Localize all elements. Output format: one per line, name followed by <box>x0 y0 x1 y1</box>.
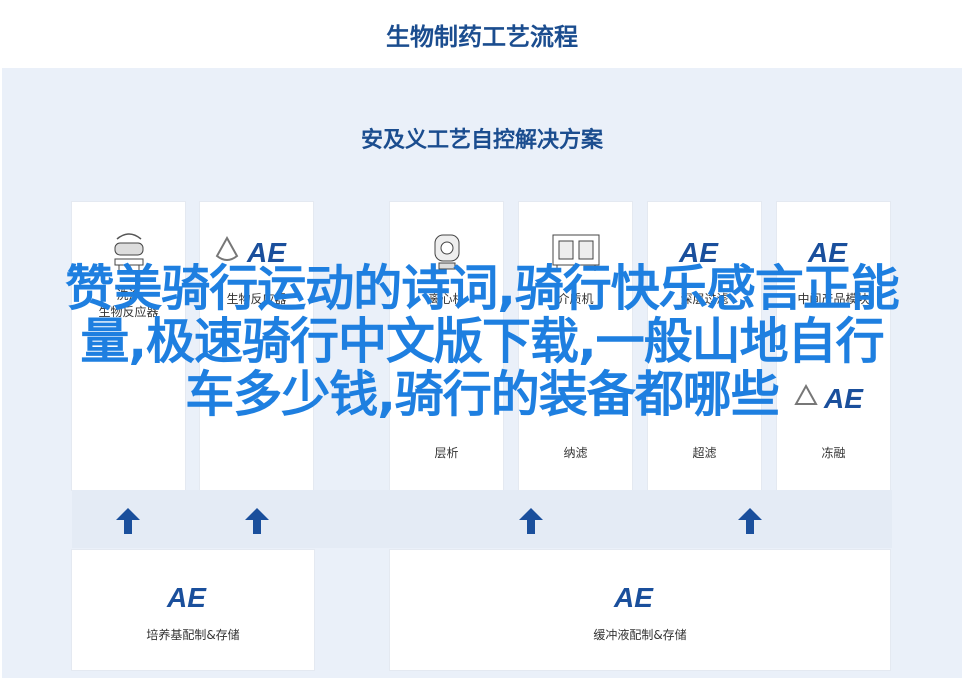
process-card-buffer-prep[interactable]: AE 缓冲液配制&存储 <box>390 550 890 670</box>
page-title: 生物制药工艺流程 <box>386 22 578 51</box>
ae-logo-icon: AE <box>390 576 890 616</box>
process-card-sublabel: 冻融 <box>821 446 846 460</box>
process-card-label: 缓冲液配制&存储 <box>593 628 687 642</box>
arrow-up-icon <box>245 508 269 534</box>
process-card-sublabel: 超滤 <box>692 446 717 460</box>
flow-band <box>72 490 892 548</box>
ae-logo-icon: AE <box>72 576 314 616</box>
process-card-label: 培养基配制&存储 <box>146 628 240 642</box>
arrow-up-icon <box>519 508 543 534</box>
arrow-up-icon <box>116 508 140 534</box>
overlay-caption-line: 车多少钱,骑行的装备都哪些 <box>185 366 780 423</box>
overlay-caption-line: 赞美骑行运动的诗词,骑行快乐感言正能 <box>65 260 900 317</box>
process-card-sublabel: 层析 <box>434 446 459 460</box>
overlay-caption-line: 量,极速骑行中文版下载,一般山地自行 <box>80 313 884 370</box>
svg-text:AE: AE <box>166 582 207 613</box>
svg-text:AE: AE <box>613 582 654 613</box>
solution-title: 安及义工艺自控解决方案 <box>360 128 603 153</box>
overlay-caption: 赞美骑行运动的诗词,骑行快乐感言正能 量,极速骑行中文版下载,一般山地自行 车多… <box>0 262 964 421</box>
arrow-up-icon <box>738 508 762 534</box>
process-card-media-prep[interactable]: AE 培养基配制&存储 <box>72 550 314 670</box>
process-card-sublabel: 纳滤 <box>563 446 588 460</box>
